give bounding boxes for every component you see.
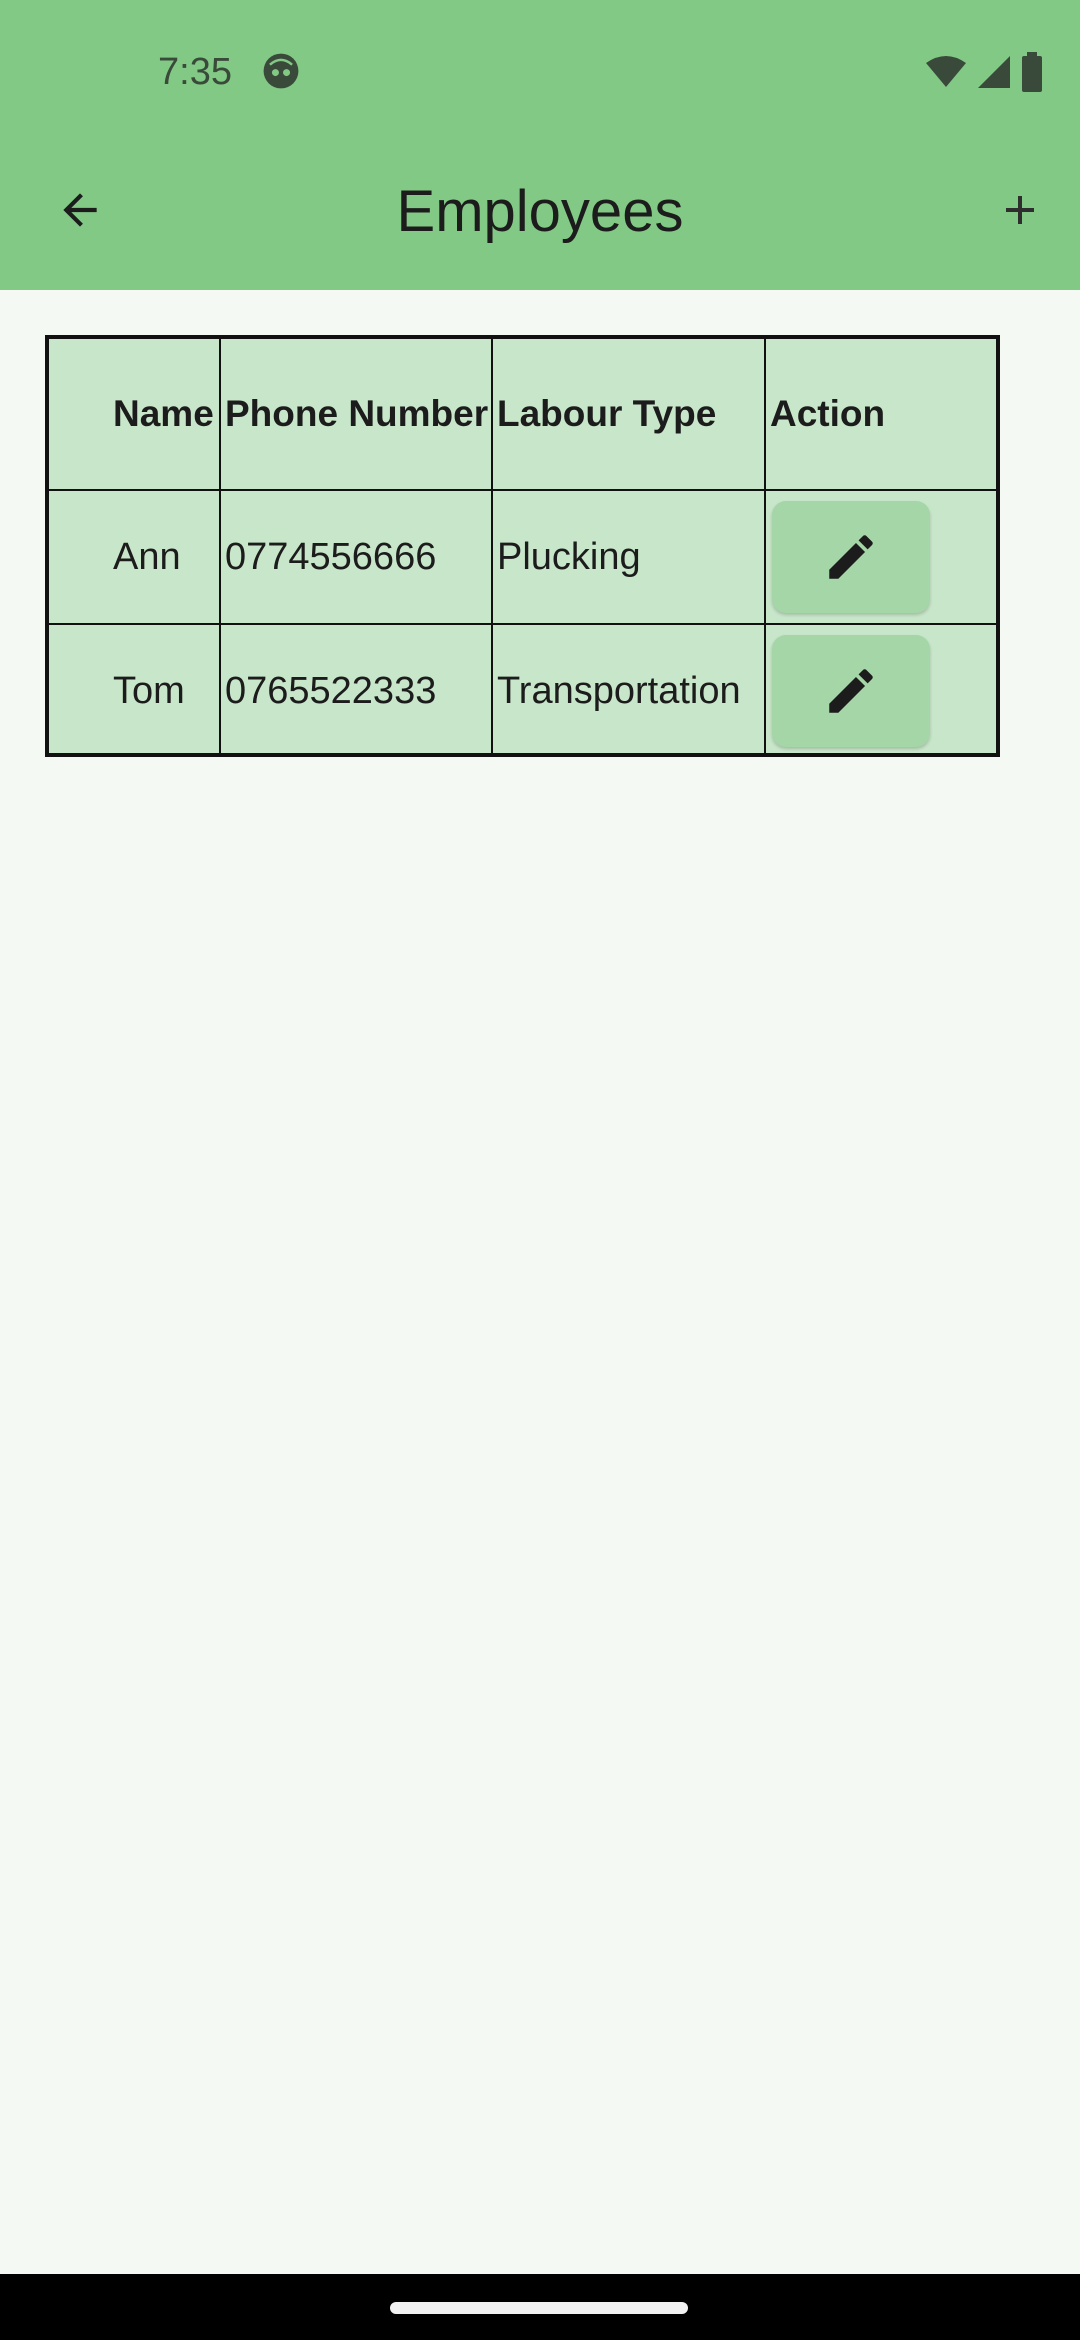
pencil-icon: [829, 669, 873, 713]
header-labour-type: Labour Type: [491, 339, 766, 491]
table-row: Tom 0765522333 Transportation: [49, 623, 996, 757]
edit-button[interactable]: [772, 501, 930, 613]
status-time: 7:35: [158, 51, 232, 93]
home-gesture-handle[interactable]: [390, 2302, 688, 2314]
cell-phone: 0765522333: [219, 623, 493, 757]
edit-button[interactable]: [772, 635, 930, 747]
header-action: Action: [764, 339, 996, 491]
employees-table: Name Phone Number Labour Type Action Ann…: [45, 335, 1000, 757]
wifi-icon: [926, 56, 966, 87]
cell-phone: 0774556666: [219, 489, 493, 625]
table-header-row: Name Phone Number Labour Type Action: [49, 339, 996, 491]
status-bar: 7:35: [0, 0, 1080, 142]
cell-labour-type: Transportation: [491, 623, 766, 757]
pencil-icon: [829, 535, 873, 579]
battery-icon: [1022, 52, 1042, 92]
cell-action: [764, 623, 996, 757]
table-row: Ann 0774556666 Plucking: [49, 489, 996, 625]
status-icons: [924, 50, 1044, 94]
navigation-bar: [0, 2274, 1080, 2340]
plus-icon: [1006, 196, 1034, 224]
cell-name: Tom: [49, 623, 221, 757]
header-phone-number: Phone Number: [219, 339, 493, 491]
page-title: Employees: [396, 179, 684, 244]
cell-action: [764, 489, 996, 625]
signal-icon: [978, 56, 1010, 88]
cell-labour-type: Plucking: [491, 489, 766, 625]
header-name: Name: [49, 339, 221, 491]
face-icon: [263, 53, 299, 89]
cell-name: Ann: [49, 489, 221, 625]
add-employee-button[interactable]: [980, 170, 1060, 250]
app-bar: Employees: [0, 142, 1080, 290]
